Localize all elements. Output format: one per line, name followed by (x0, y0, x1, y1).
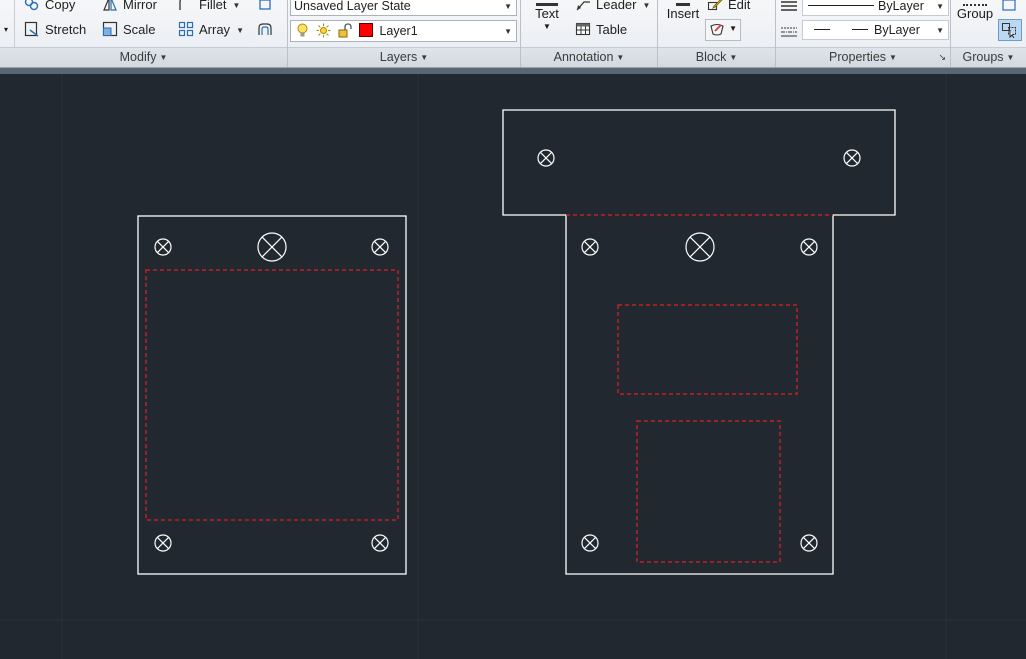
array-label: Array (199, 22, 231, 37)
groups-panel-title[interactable]: Groups ▼ (951, 47, 1026, 67)
block-panel: Insert Edit ▼ Block ▼ (658, 0, 776, 67)
text-button[interactable]: Text ▼ (529, 0, 565, 45)
table-label: Table (596, 22, 628, 37)
annotation-panel-title[interactable]: Annotation ▼ (521, 47, 657, 67)
line-sample (808, 5, 874, 6)
linetype-sample-a (814, 29, 830, 30)
leader-dropdown-icon[interactable]: ▼ (642, 1, 650, 10)
attribute-edit-icon (710, 23, 724, 36)
chevron-down-icon: ▼ (1006, 53, 1015, 62)
group-label: Group (956, 6, 994, 21)
chevron-down-icon: ▼ (159, 53, 168, 62)
properties-title-text: Properties (829, 50, 887, 64)
block-panel-title[interactable]: Block ▼ (658, 47, 775, 67)
canvas-background (0, 74, 1026, 659)
explode-button[interactable] (257, 0, 278, 15)
layer-dropdown[interactable]: Layer1 ▼ (290, 20, 517, 42)
offset-icon (258, 23, 272, 35)
modify-panel: ▾ Copy Mirror Fillet ▼ Stretch Scale Arra… (0, 0, 288, 67)
group-select-icon (1002, 23, 1016, 38)
mirror-label: Mirror (123, 0, 157, 12)
properties-panel: ByLayer ▼ ByLayer ▼ Properties ▼ ↘ (776, 0, 951, 67)
lightbulb-icon (297, 23, 308, 37)
drawing-canvas[interactable] (0, 74, 1026, 659)
chevron-down-icon: ▼ (889, 53, 897, 62)
layers-panel-title[interactable]: Layers ▼ (288, 47, 520, 67)
linetype-sample-b (852, 29, 868, 30)
lineweight-value: ByLayer (878, 0, 924, 13)
edit-block-button[interactable]: Edit (707, 0, 750, 15)
dropdown-arrow-icon: ▼ (504, 2, 512, 11)
linetype-value: ByLayer (874, 23, 920, 37)
explode-icon (259, 0, 271, 10)
sun-icon (316, 23, 331, 38)
linetype-dropdown[interactable]: ByLayer ▼ (802, 20, 949, 40)
text-dropdown-icon: ▼ (543, 22, 551, 31)
copy-icon (24, 0, 39, 11)
dropdown-arrow-icon: ▼ (936, 26, 944, 35)
stretch-label: Stretch (45, 22, 87, 37)
array-icon (178, 21, 194, 37)
layers-title-text: Layers (379, 50, 418, 64)
block-title-text: Block (695, 50, 727, 64)
dropdown-arrow-icon: ▼ (936, 2, 944, 11)
leader-button[interactable]: Leader ▼ (575, 0, 650, 15)
text-label: Text (535, 6, 559, 21)
chevron-down-icon: ▼ (616, 53, 625, 62)
fillet-dropdown-icon[interactable]: ▼ (232, 1, 240, 10)
table-icon (575, 22, 591, 36)
stretch-button[interactable]: Stretch (24, 20, 86, 40)
panel-edge: ▾ (0, 0, 15, 47)
leader-label: Leader (596, 0, 637, 12)
annotation-title-text: Annotation (553, 50, 614, 64)
lineweight-icon (781, 1, 797, 11)
dialog-launcher-icon[interactable]: ↘ (938, 48, 946, 67)
fillet-button[interactable]: Fillet ▼ (178, 0, 240, 15)
layer-state-value: Unsaved Layer State (294, 0, 411, 13)
copy-button[interactable]: Copy (24, 0, 75, 15)
group-selection-toggle[interactable] (998, 19, 1022, 41)
copy-label: Copy (45, 0, 76, 12)
scale-icon (102, 21, 118, 37)
mirror-icon (103, 0, 117, 11)
table-button[interactable]: Table (575, 20, 627, 40)
chevron-down-icon: ▼ (729, 53, 738, 62)
linetype-icon (781, 27, 797, 37)
unlock-icon (338, 23, 352, 38)
modify-panel-title[interactable]: Modify ▼ (0, 47, 287, 67)
groups-panel: Group Groups ▼ (951, 0, 1026, 67)
group-button[interactable]: Group (954, 0, 996, 45)
current-layer-name: Layer1 (379, 24, 418, 38)
block-edit-icon (707, 0, 723, 11)
insert-button[interactable]: Insert (662, 0, 704, 45)
annotation-panel: Text ▼ Leader ▼ Table Annotation ▼ (521, 0, 658, 67)
modify-title-text: Modify (119, 50, 157, 64)
offset-button[interactable] (257, 20, 278, 40)
ribbon: ▾ Copy Mirror Fillet ▼ Stretch Scale Arra… (0, 0, 1026, 68)
layers-panel: Unsaved Layer State ▼ Layer1 ▼ Layers ▼ (288, 0, 521, 67)
properties-panel-title[interactable]: Properties ▼ ↘ (776, 47, 950, 67)
block-attribute-button[interactable]: ▼ (705, 19, 741, 41)
scale-label: Scale (123, 22, 156, 37)
chevron-down-icon[interactable]: ▾ (4, 25, 8, 34)
scale-button[interactable]: Scale (102, 20, 156, 40)
layer-state-dropdown[interactable]: Unsaved Layer State ▼ (290, 0, 517, 16)
insert-label: Insert (666, 6, 700, 21)
edit-block-label: Edit (728, 0, 751, 12)
fillet-icon (179, 0, 182, 10)
group-edit-icon[interactable] (1001, 0, 1017, 12)
leader-icon (576, 1, 590, 11)
layer-color-swatch (359, 23, 374, 37)
groups-title-text: Groups (962, 50, 1004, 64)
chevron-down-icon: ▼ (729, 24, 737, 33)
fillet-label: Fillet (199, 0, 227, 12)
stretch-icon (24, 21, 39, 37)
mirror-button[interactable]: Mirror (102, 0, 157, 15)
array-button[interactable]: Array ▼ (178, 20, 244, 40)
dropdown-arrow-icon: ▼ (504, 27, 512, 36)
chevron-down-icon: ▼ (420, 53, 429, 62)
lineweight-dropdown[interactable]: ByLayer ▼ (802, 0, 949, 16)
array-dropdown-icon[interactable]: ▼ (236, 26, 244, 35)
